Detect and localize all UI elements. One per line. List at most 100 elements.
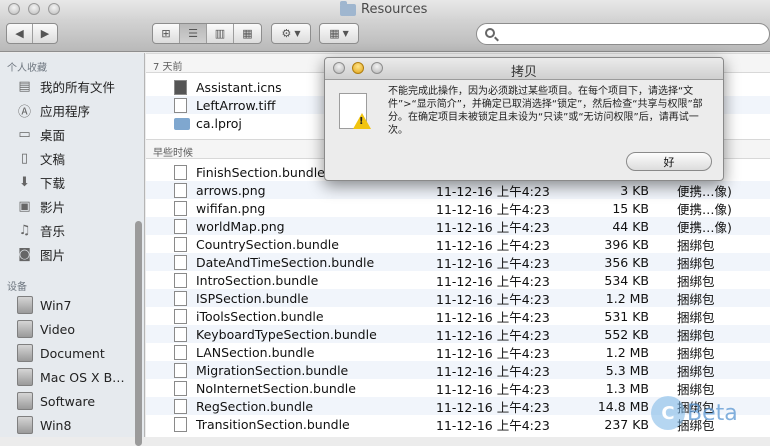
sidebar-item-all-files[interactable]: ▤ 我的所有文件 (16, 75, 141, 97)
file-name: arrows.png (196, 182, 266, 198)
sidebar-item-documents[interactable]: ▯ 文稿 (16, 147, 141, 169)
sidebar-item-video[interactable]: Video (16, 318, 141, 340)
zoom-window-button[interactable] (48, 3, 60, 15)
dialog-message: 不能完成此操作，因为必须跳过某些项目。在每个项目下，请选择“文件”>“显示简介”… (388, 86, 703, 136)
arrange-menu-button[interactable]: ▦ ▼ (319, 23, 359, 44)
coverflow-view-icon: ▦ (242, 27, 253, 40)
file-size: 3 KB (620, 182, 649, 198)
watermark-text: Beta (687, 400, 738, 426)
file-name: CountrySection.bundle (196, 236, 339, 252)
file-row[interactable]: DateAndTimeSection.bundle 11-12-16 上午4:2… (146, 253, 770, 271)
file-name: LANSection.bundle (196, 344, 315, 360)
file-date: 11-12-16 上午4:23 (436, 381, 550, 397)
file-row[interactable]: LANSection.bundle 11-12-16 上午4:23 1.2 MB… (146, 343, 770, 361)
close-window-button[interactable] (8, 3, 20, 15)
file-name: ISPSection.bundle (196, 290, 309, 306)
sidebar-item-document[interactable]: Document (16, 342, 141, 364)
forward-button[interactable]: ▶ (33, 24, 57, 43)
file-row[interactable]: CountrySection.bundle 11-12-16 上午4:23 39… (146, 235, 770, 253)
file-name: worldMap.png (196, 218, 285, 234)
all-files-icon: ▤ (18, 78, 31, 94)
sidebar-item-win7[interactable]: Win7 (16, 294, 141, 316)
file-name: NoInternetSection.bundle (196, 380, 356, 396)
file-date: 11-12-16 上午4:23 (436, 309, 550, 325)
column-view-icon: ▥ (214, 27, 226, 40)
sidebar-scrollbar[interactable] (135, 221, 142, 446)
file-date: 11-12-16 上午4:23 (436, 219, 550, 235)
file-row[interactable]: ISPSection.bundle 11-12-16 上午4:23 1.2 MB… (146, 289, 770, 307)
search-field[interactable] (476, 23, 770, 45)
file-name: MigrationSection.bundle (196, 362, 349, 378)
file-name: LeftArrow.tiff (196, 97, 276, 113)
sidebar-item-label: 图片 (40, 247, 66, 263)
file-kind: 捆绑包 (677, 255, 715, 271)
file-row[interactable]: IntroSection.bundle 11-12-16 上午4:23 534 … (146, 271, 770, 289)
file-icon (174, 165, 187, 180)
file-kind: 捆绑包 (677, 309, 715, 325)
action-menu-button[interactable]: ⚙ ▼ (271, 23, 311, 44)
file-date: 11-12-16 上午4:23 (436, 345, 550, 361)
icon-view-icon: ⊞ (161, 27, 171, 40)
file-row[interactable]: wififan.png 11-12-16 上午4:23 15 KB 便携…像) (146, 199, 770, 217)
sidebar-item-label: Video (40, 321, 76, 337)
file-icon (174, 381, 187, 396)
folder-icon (340, 0, 356, 16)
file-icon (174, 255, 187, 270)
sidebar-item-mac-os-x[interactable]: Mac OS X B… (16, 366, 141, 388)
view-mode-control: ⊞ ☰ ▥ ▦ (152, 23, 262, 44)
file-name: FinishSection.bundle (196, 164, 325, 180)
file-name: iToolsSection.bundle (196, 308, 324, 324)
downloads-icon: ⬇ (19, 174, 30, 190)
sidebar-item-applications[interactable]: Ⓐ 应用程序 (16, 99, 141, 121)
back-button[interactable]: ◀ (7, 24, 33, 43)
list-view-button[interactable]: ☰ (180, 24, 207, 43)
file-kind: 捆绑包 (677, 273, 715, 289)
sidebar-item-downloads[interactable]: ⬇ 下载 (16, 171, 141, 193)
file-row[interactable]: arrows.png 11-12-16 上午4:23 3 KB 便携…像) (146, 181, 770, 199)
sidebar-item-label: 下载 (40, 175, 66, 191)
file-date: 11-12-16 上午4:23 (436, 273, 550, 289)
disk-icon (16, 296, 33, 314)
sidebar-item-label: Win7 (40, 297, 72, 313)
file-row[interactable]: MigrationSection.bundle 11-12-16 上午4:23 … (146, 361, 770, 379)
icon-view-button[interactable]: ⊞ (153, 24, 180, 43)
file-size: 5.3 MB (605, 362, 649, 378)
applications-icon: Ⓐ (17, 104, 31, 120)
file-row[interactable]: worldMap.png 11-12-16 上午4:23 44 KB 便携…像) (146, 217, 770, 235)
minimize-window-button[interactable] (28, 3, 40, 15)
file-row[interactable]: iToolsSection.bundle 11-12-16 上午4:23 531… (146, 307, 770, 325)
sidebar: 个人收藏 ▤ 我的所有文件 Ⓐ 应用程序 ▭ 桌面 ▯ 文稿 ⬇ 下载 ▣ 影片… (0, 53, 145, 446)
file-size: 44 KB (612, 218, 649, 234)
file-icon (174, 201, 187, 216)
sidebar-item-movies[interactable]: ▣ 影片 (16, 195, 141, 217)
sidebar-heading-devices: 设备 (7, 282, 27, 293)
sidebar-item-pictures[interactable]: ◙ 图片 (16, 243, 141, 265)
file-name: DateAndTimeSection.bundle (196, 254, 375, 270)
file-name: IntroSection.bundle (196, 272, 319, 288)
column-view-button[interactable]: ▥ (207, 24, 234, 43)
file-icon (174, 345, 187, 360)
file-kind: 捆绑包 (677, 291, 715, 307)
sidebar-item-win8[interactable]: Win8 (16, 414, 141, 436)
file-name: TransitionSection.bundle (196, 416, 350, 432)
file-size: 15 KB (612, 200, 649, 216)
file-icon (174, 399, 187, 414)
ok-button[interactable]: 好 (626, 152, 712, 171)
disk-icon (16, 344, 33, 362)
file-row[interactable]: KeyboardTypeSection.bundle 11-12-16 上午4:… (146, 325, 770, 343)
file-kind: 便携…像) (677, 183, 732, 199)
file-size: 1.2 MB (605, 290, 649, 306)
file-name: wififan.png (196, 200, 266, 216)
search-icon (485, 28, 495, 38)
file-date: 11-12-16 上午4:23 (436, 417, 550, 433)
sidebar-item-desktop[interactable]: ▭ 桌面 (16, 123, 141, 145)
sidebar-item-label: 应用程序 (40, 103, 91, 119)
sidebar-item-software[interactable]: Software (16, 390, 141, 412)
file-icon (174, 80, 187, 95)
chevron-left-icon: ◀ (15, 27, 24, 40)
file-date: 11-12-16 上午4:23 (436, 399, 550, 415)
pictures-icon: ◙ (18, 246, 31, 262)
watermark-logo-letter: C (651, 396, 685, 430)
coverflow-view-button[interactable]: ▦ (234, 24, 261, 43)
sidebar-item-music[interactable]: ♫ 音乐 (16, 219, 141, 241)
